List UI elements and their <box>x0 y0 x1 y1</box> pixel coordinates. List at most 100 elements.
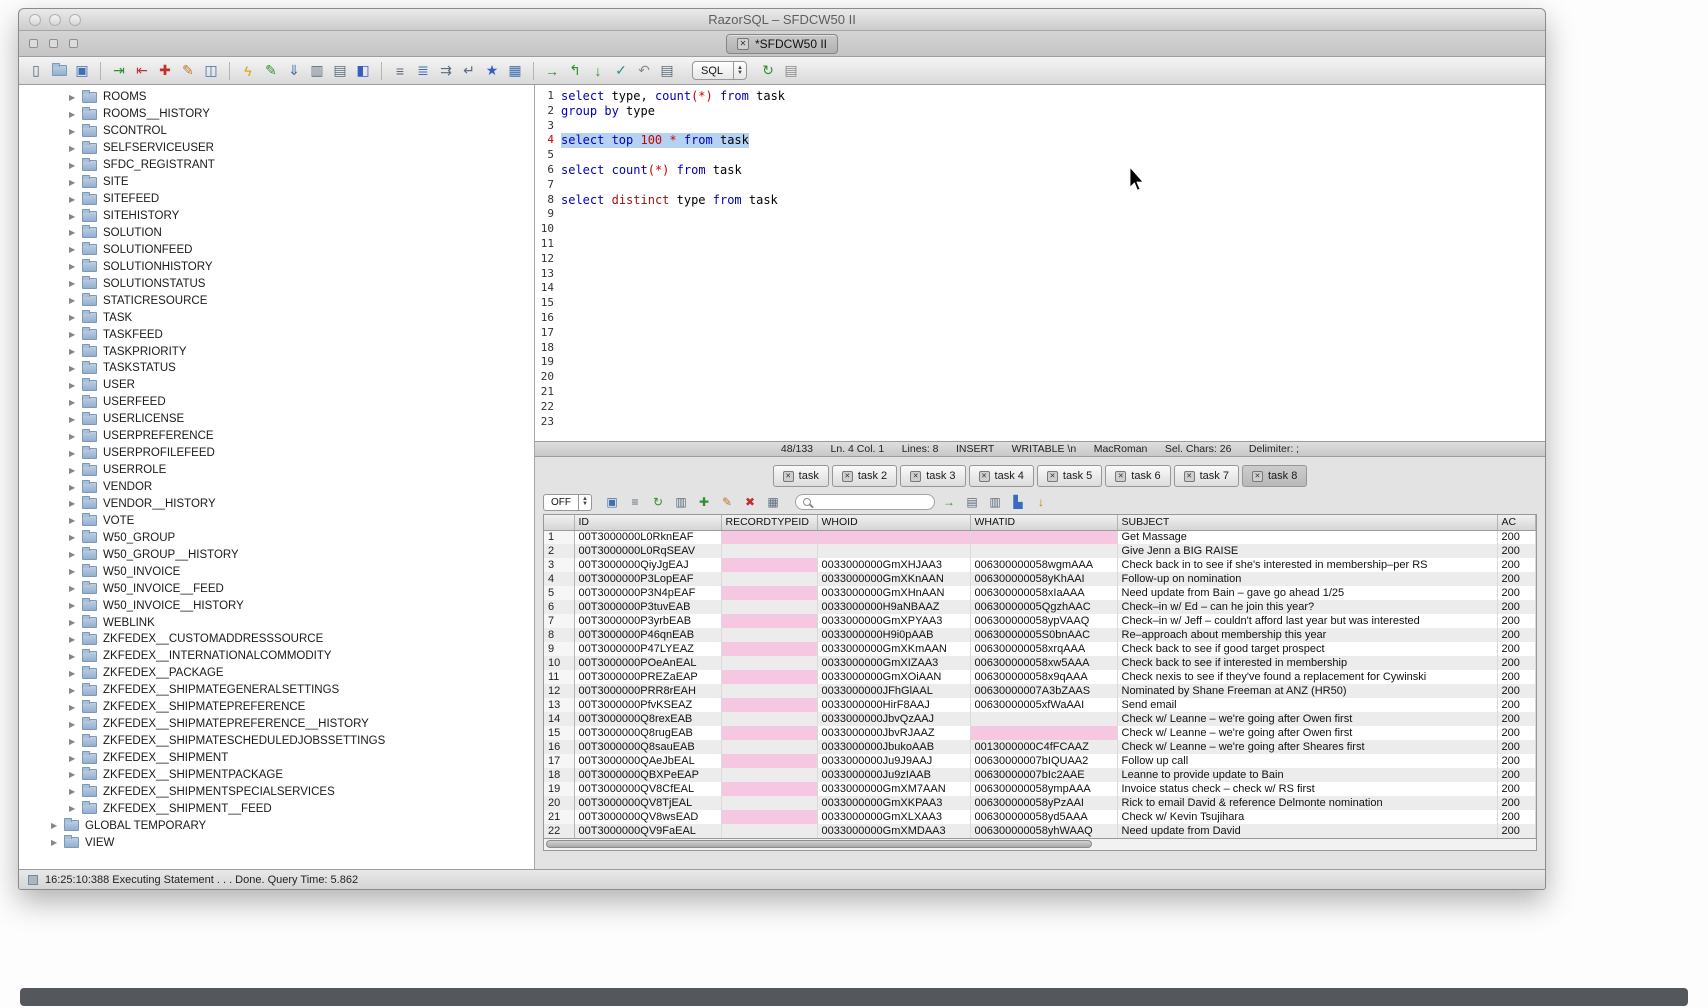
cell-id[interactable]: 00T3000000Q8rugEAB <box>574 726 721 740</box>
disclosure-triangle-icon[interactable]: ▶ <box>69 93 82 102</box>
editor-line[interactable]: 17 <box>535 326 1545 341</box>
cell-id[interactable]: 00T3000000QAeJbEAL <box>574 754 721 768</box>
cell-whoid[interactable]: 0033000000GmXM7AAN <box>817 782 970 796</box>
sidebar-item-w50-invoice-feed[interactable]: ▶W50_INVOICE__FEED <box>19 580 534 597</box>
cell-rownum[interactable]: 19 <box>544 782 574 796</box>
open-file-icon[interactable] <box>49 61 69 81</box>
table-row[interactable]: 600T3000000P3tuvEAB0033000000H9aNBAAZ006… <box>544 600 1536 614</box>
cell-ac[interactable]: 200 <box>1497 740 1536 754</box>
cell-recordtypeid[interactable] <box>721 782 817 796</box>
disclosure-triangle-icon[interactable]: ▶ <box>69 161 82 170</box>
sidebar-item-solutionfeed[interactable]: ▶SOLUTIONFEED <box>19 241 534 258</box>
cell-id[interactable]: 00T3000000QiyJgEAJ <box>574 558 721 572</box>
cell-whatid[interactable]: 0013000000C4fFCAAZ <box>970 740 1117 754</box>
sidebar-item-zkfedex-shipmategeneralsettings[interactable]: ▶ZKFEDEX__SHIPMATEGENERALSETTINGS <box>19 682 534 699</box>
cell-whatid[interactable]: 006300000058yKhAAI <box>970 572 1117 586</box>
result-tab-task-5[interactable]: ✕task 5 <box>1037 465 1102 487</box>
disclosure-triangle-icon[interactable]: ▶ <box>69 381 82 390</box>
titlebar[interactable]: RazorSQL – SFDCW50 II <box>19 9 1545 31</box>
sort-icon[interactable]: ≡ <box>626 493 644 511</box>
sidebar-item-staticresource[interactable]: ▶STATICRESOURCE <box>19 292 534 309</box>
editor-line[interactable]: 10 <box>535 222 1545 237</box>
cell-whatid[interactable] <box>970 726 1117 740</box>
table-row[interactable]: 400T3000000P3LopEAF0033000000GmXKnAAN006… <box>544 572 1536 586</box>
disclosure-triangle-icon[interactable]: ▶ <box>69 330 82 339</box>
disclosure-triangle-icon[interactable]: ▶ <box>69 720 82 729</box>
delete-row-icon[interactable]: ✖ <box>741 493 759 511</box>
cell-whatid[interactable]: 006300000058x9qAAA <box>970 670 1117 684</box>
cell-whoid[interactable]: 0033000000GmXKnAAN <box>817 572 970 586</box>
cell-rownum[interactable]: 4 <box>544 572 574 586</box>
previous-query-icon[interactable]: ↰ <box>565 61 585 81</box>
sidebar-item-sitehistory[interactable]: ▶SITEHISTORY <box>19 208 534 225</box>
cell-rownum[interactable]: 5 <box>544 586 574 600</box>
editor-line[interactable]: 14 <box>535 281 1545 296</box>
cell-rownum[interactable]: 11 <box>544 670 574 684</box>
cell-ac[interactable]: 200 <box>1497 600 1536 614</box>
cell-subject[interactable]: Follow-up on nomination <box>1117 572 1497 586</box>
auto-commit-icon[interactable]: ↻ <box>758 61 778 81</box>
cell-recordtypeid[interactable] <box>721 642 817 656</box>
cell-whatid[interactable] <box>970 544 1117 558</box>
cell-ac[interactable]: 200 <box>1497 530 1536 544</box>
format-sql-icon[interactable]: ≡ <box>390 61 410 81</box>
sidebar-item-vendor-history[interactable]: ▶VENDOR__HISTORY <box>19 496 534 513</box>
cell-whoid[interactable]: 0033000000GmXKPAA3 <box>817 796 970 810</box>
editor-line[interactable]: 9 <box>535 207 1545 222</box>
column-header-rownum[interactable] <box>544 515 574 530</box>
table-row[interactable]: 2000T3000000QV8TjEAL0033000000GmXKPAA300… <box>544 796 1536 810</box>
cell-id[interactable]: 00T3000000P3yrbEAB <box>574 614 721 628</box>
horizontal-scrollbar[interactable] <box>543 839 1537 851</box>
cell-ac[interactable]: 200 <box>1497 544 1536 558</box>
sidebar-item-taskfeed[interactable]: ▶TASKFEED <box>19 326 534 343</box>
sidebar-item-zkfedex-shipmentspecialservices[interactable]: ▶ZKFEDEX__SHIPMENTSPECIALSERVICES <box>19 783 534 800</box>
disclosure-triangle-icon[interactable]: ▶ <box>69 754 82 763</box>
tab-close-icon[interactable]: ✕ <box>979 471 990 482</box>
table-row[interactable]: 1300T3000000PfvKSEAZ0033000000HirF8AAJ00… <box>544 698 1536 712</box>
sidebar-item-sitefeed[interactable]: ▶SITEFEED <box>19 191 534 208</box>
sidebar-item-w50-group-history[interactable]: ▶W50_GROUP__HISTORY <box>19 546 534 563</box>
close-window-icon[interactable] <box>29 14 41 26</box>
table-row[interactable]: 1500T3000000Q8rugEAB0033000000JbvRJAAZCh… <box>544 726 1536 740</box>
cell-subject[interactable]: Check nexis to see if they've found a re… <box>1117 670 1497 684</box>
results-window-icon[interactable]: ▤ <box>781 61 801 81</box>
sidebar-item-userlicense[interactable]: ▶USERLICENSE <box>19 411 534 428</box>
cell-ac[interactable]: 200 <box>1497 726 1536 740</box>
editor-line[interactable]: 19 <box>535 355 1545 370</box>
sidebar-item-scontrol[interactable]: ▶SCONTROL <box>19 123 534 140</box>
cell-subject[interactable]: Rick to email David & reference Delmonte… <box>1117 796 1497 810</box>
cell-whoid[interactable] <box>817 530 970 544</box>
disclosure-triangle-icon[interactable]: ▶ <box>69 212 82 221</box>
word-wrap-icon[interactable]: ↵ <box>459 61 479 81</box>
cell-whatid[interactable]: 00630000005S0bnAAC <box>970 628 1117 642</box>
cell-rownum[interactable]: 13 <box>544 698 574 712</box>
disclosure-triangle-icon[interactable]: ▶ <box>69 144 82 153</box>
sidebar-item-userrole[interactable]: ▶USERROLE <box>19 462 534 479</box>
cell-rownum[interactable]: 10 <box>544 656 574 670</box>
cell-id[interactable]: 00T3000000L0RqSEAV <box>574 544 721 558</box>
copy-results-icon[interactable]: ▥ <box>986 493 1004 511</box>
cell-recordtypeid[interactable] <box>721 810 817 824</box>
cell-whatid[interactable]: 006300000058ympAAA <box>970 782 1117 796</box>
cell-whoid[interactable]: 0033000000GmXPYAA3 <box>817 614 970 628</box>
cell-ac[interactable]: 200 <box>1497 614 1536 628</box>
table-row[interactable]: 1800T3000000QBXPeEAP0033000000Ju9zIAAB00… <box>544 768 1536 782</box>
cell-id[interactable]: 00T3000000QV9FaEAL <box>574 824 721 838</box>
sidebar-item-rooms[interactable]: ▶ROOMS <box>19 89 534 106</box>
paste-icon[interactable]: ▤ <box>330 61 350 81</box>
tab-close-icon[interactable]: ✕ <box>737 38 749 50</box>
cell-subject[interactable]: Invoice status check – check w/ RS first <box>1117 782 1497 796</box>
database-browser-icon[interactable]: ◫ <box>201 61 221 81</box>
editor-line[interactable]: 20 <box>535 370 1545 385</box>
cell-rownum[interactable]: 9 <box>544 642 574 656</box>
sidebar-item-weblink[interactable]: ▶WEBLINK <box>19 614 534 631</box>
cell-id[interactable]: 00T3000000P3tuvEAB <box>574 600 721 614</box>
disconnect-icon[interactable]: ⇤ <box>132 61 152 81</box>
editor-line[interactable]: 12 <box>535 252 1545 267</box>
cell-id[interactable]: 00T3000000Q8rexEAB <box>574 712 721 726</box>
disclosure-triangle-icon[interactable]: ▶ <box>69 652 82 661</box>
cell-recordtypeid[interactable] <box>721 656 817 670</box>
sidebar-item-solutionstatus[interactable]: ▶SOLUTIONSTATUS <box>19 275 534 292</box>
cell-subject[interactable]: Check w/ Kevin Tsujihara <box>1117 810 1497 824</box>
execute-sql-icon[interactable]: ϟ <box>238 61 258 81</box>
